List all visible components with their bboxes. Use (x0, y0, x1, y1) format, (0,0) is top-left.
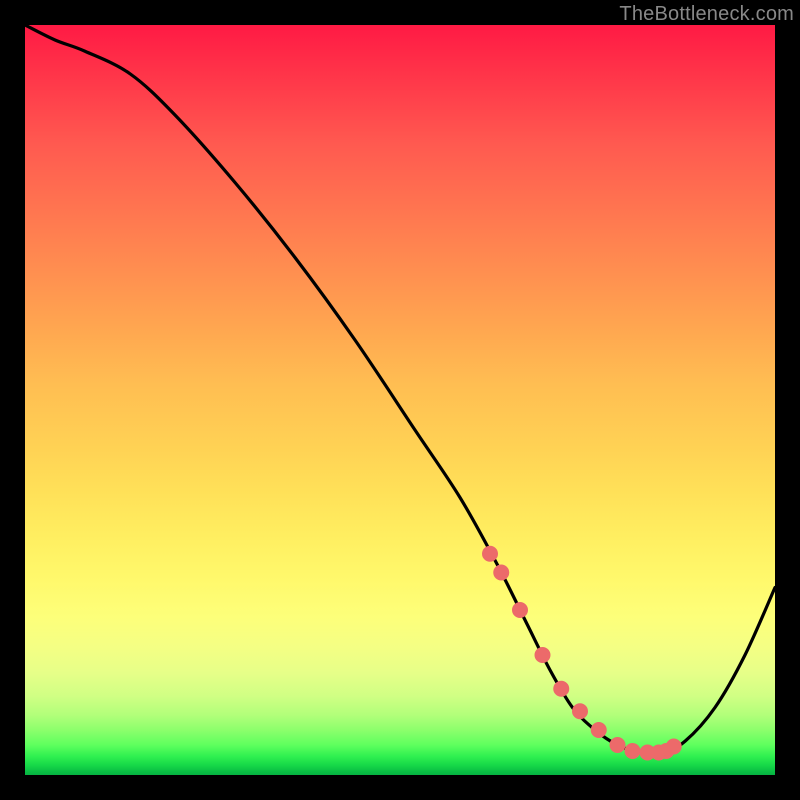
heat-gradient-background (25, 25, 775, 775)
chart-frame: TheBottleneck.com (0, 0, 800, 800)
watermark-text: TheBottleneck.com (619, 3, 794, 26)
plot-area (25, 25, 775, 775)
